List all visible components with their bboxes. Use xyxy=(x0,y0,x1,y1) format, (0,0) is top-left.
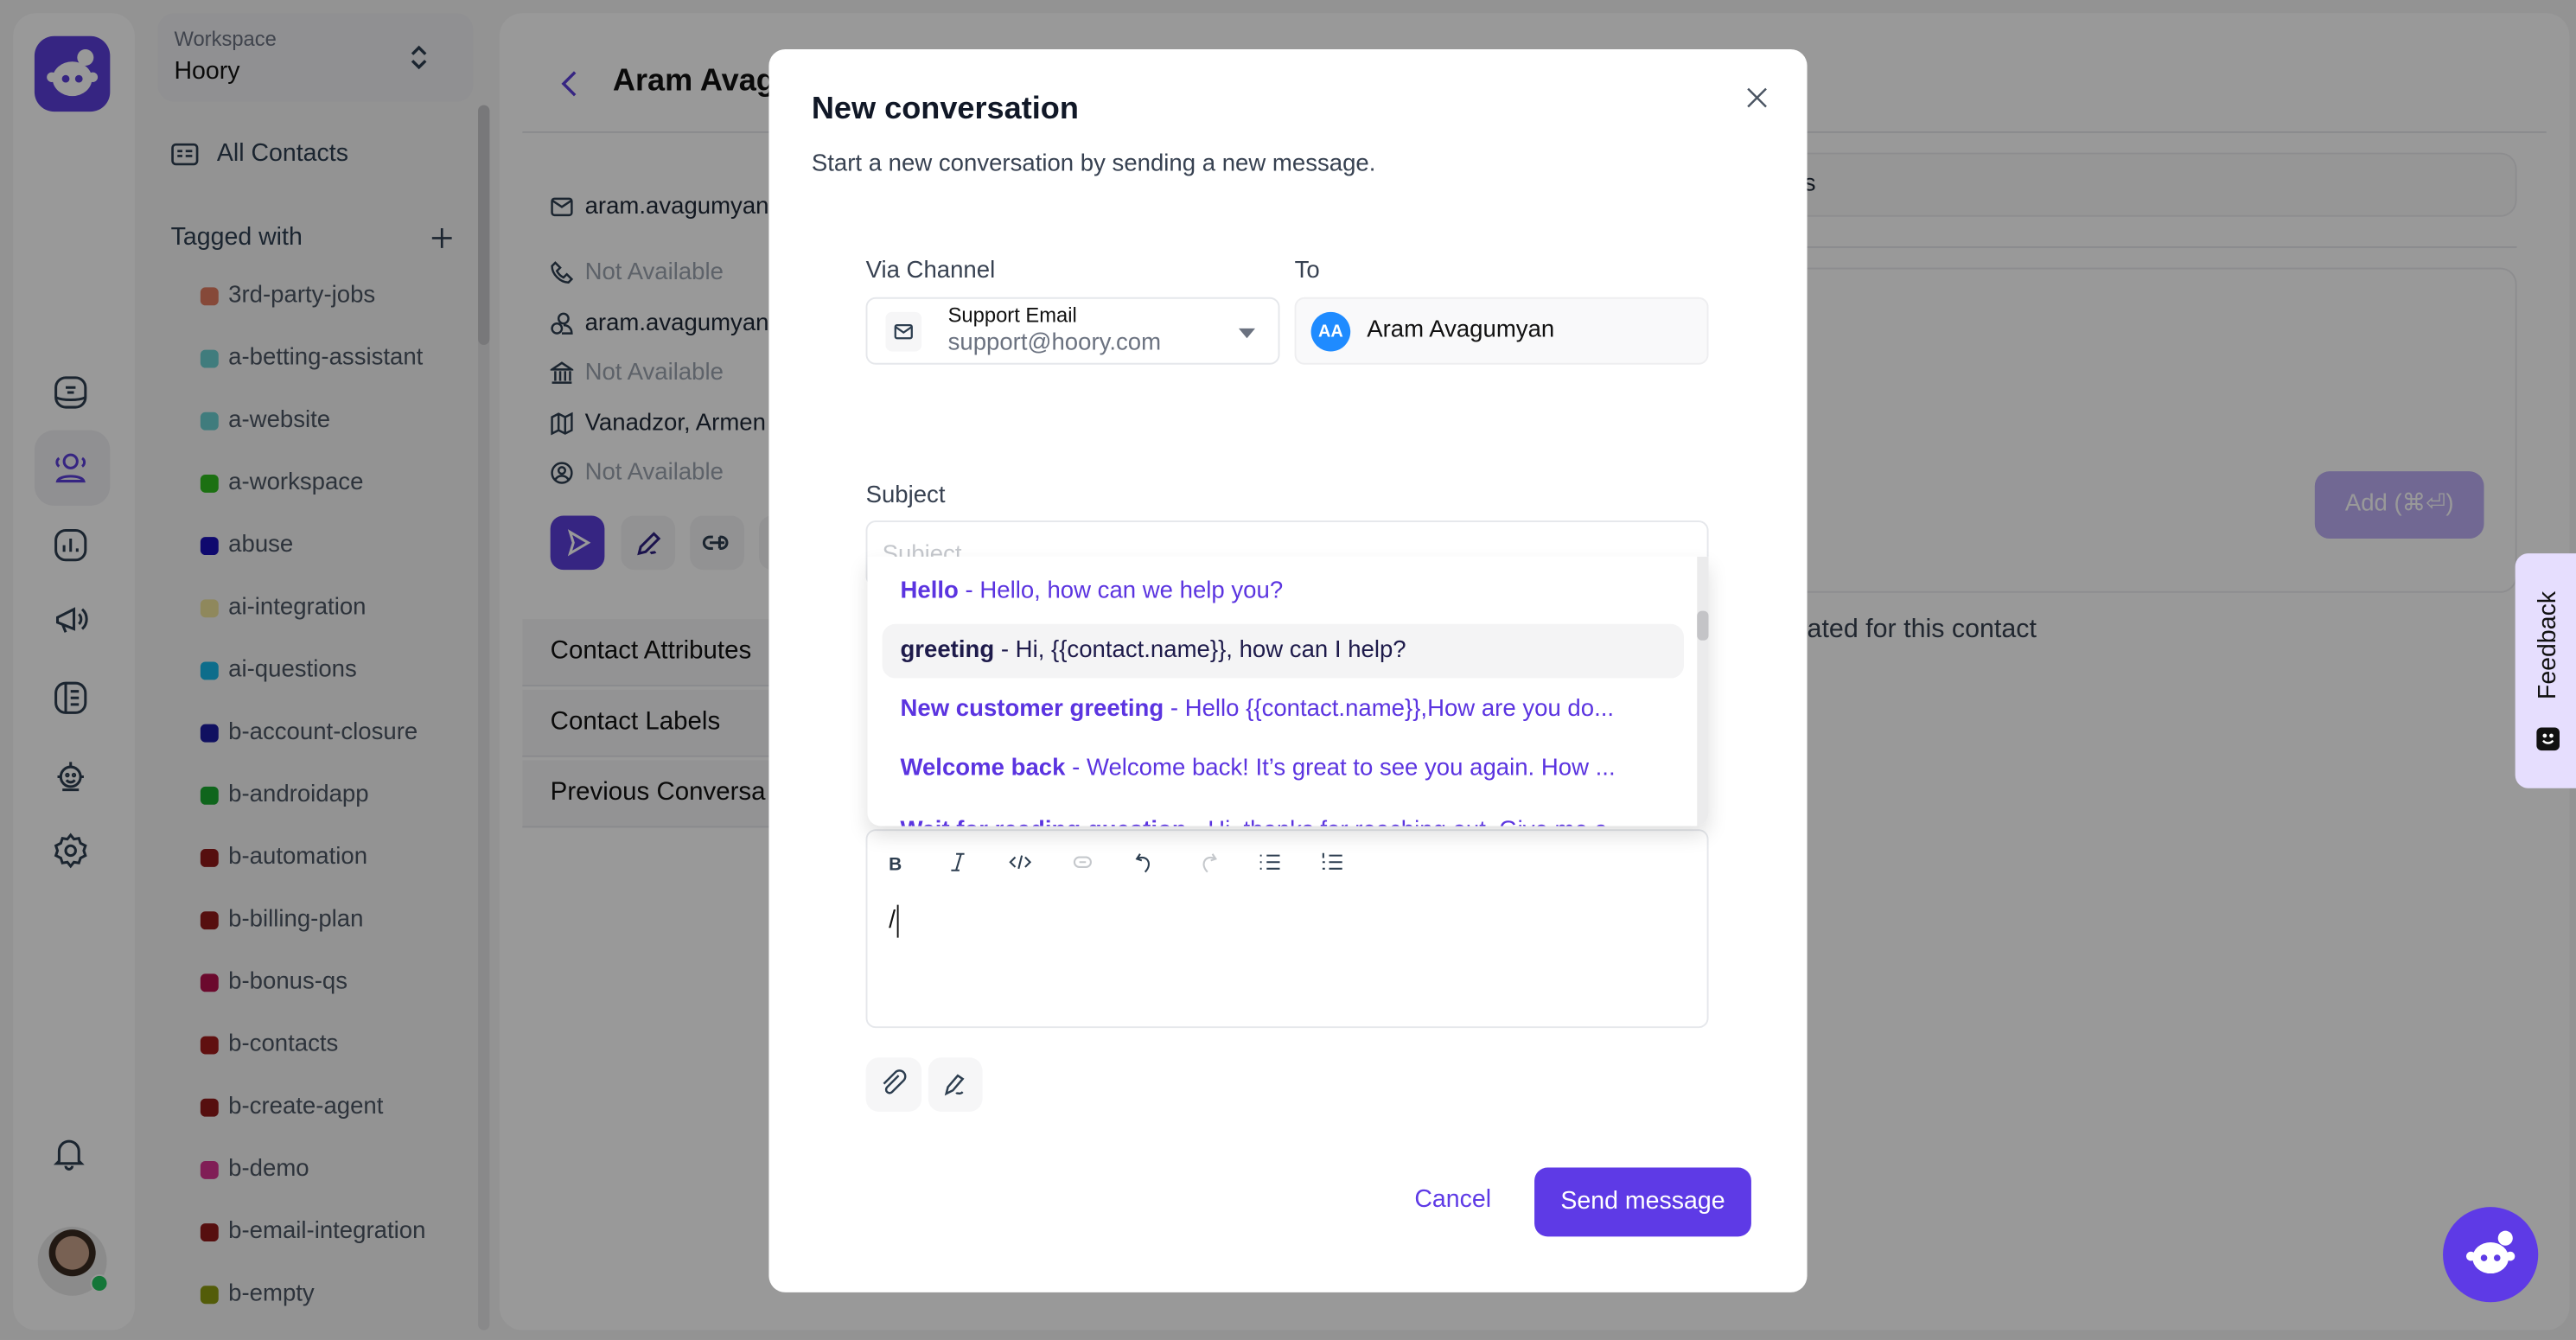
recipient-field: AA Aram Avagumyan xyxy=(1294,297,1709,365)
channel-envelope-icon xyxy=(885,311,922,352)
canned-response-shortcode: Wait for reading question xyxy=(900,818,1186,826)
signature-button[interactable] xyxy=(928,1057,983,1112)
signature-pen-icon xyxy=(944,1074,965,1096)
via-channel-label: Via Channel xyxy=(865,258,996,284)
italic-icon[interactable] xyxy=(945,849,971,875)
chat-launcher-button[interactable] xyxy=(2443,1207,2539,1303)
channel-email: support@hoory.com xyxy=(947,329,1162,357)
redo-icon[interactable] xyxy=(1195,849,1221,875)
recipient-name: Aram Avagumyan xyxy=(1367,316,1555,343)
separator: - xyxy=(1187,818,1208,826)
numbered-list-icon[interactable] xyxy=(1319,849,1345,875)
canned-response-text: Hello {{contact.name}},How are you do... xyxy=(1184,696,1615,723)
modal-title: New conversation xyxy=(811,92,1079,127)
bot-face-icon xyxy=(2466,1230,2515,1274)
recipient-avatar: AA xyxy=(1310,311,1351,352)
separator: - xyxy=(958,577,980,605)
caret-down-icon xyxy=(1238,328,1255,339)
canned-response-text: Welcome back! It’s great to see you agai… xyxy=(1086,755,1616,782)
canned-response-shortcode: New customer greeting xyxy=(900,696,1164,723)
canned-response-option[interactable]: Hello - Hello, how can we help you? xyxy=(900,578,1283,604)
canned-response-shortcode: Welcome back xyxy=(900,755,1066,782)
separator: - xyxy=(1164,696,1185,723)
separator: - xyxy=(1065,755,1087,782)
close-icon[interactable] xyxy=(1744,86,1769,110)
channel-name: Support Email xyxy=(947,303,1077,328)
feedback-smiley-icon xyxy=(2536,727,2560,751)
canned-response-text: Hi, {{contact.name}}, how can I help? xyxy=(1015,637,1406,664)
code-icon[interactable] xyxy=(1007,849,1033,875)
feedback-tab[interactable]: Feedback xyxy=(2515,553,2576,788)
canned-response-option[interactable]: New customer greeting - Hello {{contact.… xyxy=(900,696,1614,722)
link-icon[interactable] xyxy=(1069,849,1095,875)
send-message-button[interactable]: Send message xyxy=(1534,1167,1751,1237)
canned-response-text: Hello, how can we help you? xyxy=(979,577,1284,605)
to-label: To xyxy=(1294,258,1320,284)
canned-response-option[interactable]: Wait for reading question - Hi, thanks f… xyxy=(900,814,1627,826)
attach-file-button[interactable] xyxy=(865,1057,922,1112)
bullet-list-icon[interactable] xyxy=(1257,849,1283,875)
undo-icon[interactable] xyxy=(1132,849,1157,875)
feedback-label: Feedback xyxy=(2534,590,2562,700)
bold-icon[interactable]: B xyxy=(883,849,909,875)
canned-response-text: Hi, thanks for reaching out. Give me a..… xyxy=(1208,818,1628,826)
message-input-value[interactable]: / xyxy=(889,904,899,938)
app: Workspace Hoory All Contacts Tagged with… xyxy=(0,0,2576,1340)
paperclip-icon xyxy=(883,1069,907,1094)
message-editor[interactable] xyxy=(865,829,1709,1029)
separator: - xyxy=(994,637,1016,664)
subject-label: Subject xyxy=(865,482,946,509)
svg-text:B: B xyxy=(889,855,902,875)
cancel-button[interactable]: Cancel xyxy=(1414,1185,1491,1213)
dropdown-scrollbar[interactable] xyxy=(1697,556,1709,826)
canned-response-option[interactable]: greeting - Hi, {{contact.name}}, how can… xyxy=(900,637,1406,663)
modal-subtitle: Start a new conversation by sending a ne… xyxy=(811,150,1376,178)
canned-response-shortcode: greeting xyxy=(900,637,995,664)
canned-response-option[interactable]: Welcome back - Welcome back! It’s great … xyxy=(900,756,1615,782)
canned-response-shortcode: Hello xyxy=(900,577,959,605)
channel-select[interactable]: Support Email support@hoory.com xyxy=(865,297,1280,365)
